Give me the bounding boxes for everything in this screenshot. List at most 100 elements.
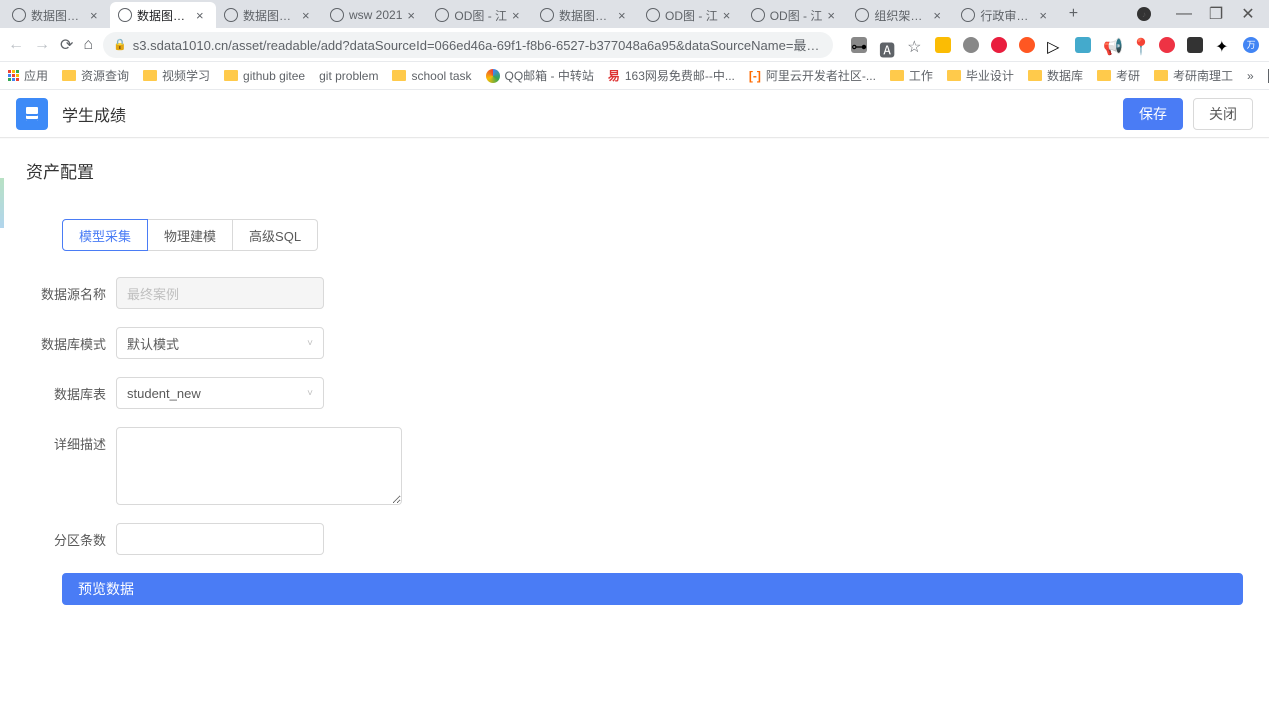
browser-tab[interactable]: OD图 - 江×: [427, 2, 532, 28]
address-bar[interactable]: 🔒 s3.sdata1010.cn/asset/readable/add?dat…: [103, 32, 833, 58]
ext-icon[interactable]: ⊶: [851, 37, 867, 53]
close-icon[interactable]: ×: [90, 8, 102, 23]
tab-strip: 数据图书馆× 数据图书馆× 数据图书馆× wsw 2021× OD图 - 江× …: [0, 0, 1269, 28]
datasource-label: 数据源名称: [26, 277, 116, 303]
tab-physical-model[interactable]: 物理建模: [148, 219, 233, 251]
new-tab-button[interactable]: +: [1059, 0, 1087, 28]
home-icon[interactable]: ⌂: [83, 36, 93, 54]
bookmark-item[interactable]: git problem: [319, 69, 378, 83]
url-text: s3.sdata1010.cn/asset/readable/add?dataS…: [133, 35, 823, 54]
bookmark-item[interactable]: QQ邮箱 - 中转站: [486, 67, 594, 84]
window-close-icon[interactable]: ✕: [1241, 7, 1255, 21]
close-icon[interactable]: ×: [827, 8, 839, 23]
browser-tab[interactable]: wsw 2021×: [322, 2, 427, 28]
row-schema: 数据库模式 默认模式 ˅: [26, 327, 1243, 359]
ext-icon[interactable]: [991, 37, 1007, 53]
star-icon[interactable]: ☆: [907, 37, 923, 53]
browser-tab[interactable]: 数据图书馆×: [4, 2, 110, 28]
bookmark-item[interactable]: [-]阿里云开发者社区-...: [749, 67, 876, 84]
browser-tab[interactable]: 行政审批图×: [953, 2, 1059, 28]
browser-tab[interactable]: 数据图书馆×: [216, 2, 322, 28]
browser-toolbar: ← → ⟳ ⌂ 🔒 s3.sdata1010.cn/asset/readable…: [0, 28, 1269, 62]
browser-tab[interactable]: OD图 - 江×: [638, 2, 743, 28]
profile-icon[interactable]: 万: [1243, 37, 1259, 53]
ext-icon[interactable]: [1075, 37, 1091, 53]
page-title: 学生成绩: [62, 102, 126, 126]
globe-icon: [855, 8, 869, 22]
extensions-icon[interactable]: ✦: [1215, 37, 1231, 53]
bookmark-item[interactable]: github gitee: [224, 69, 305, 83]
close-icon[interactable]: ×: [618, 8, 630, 23]
bookmark-item[interactable]: 易163网易免费邮--中...: [608, 67, 735, 84]
close-icon[interactable]: ×: [302, 8, 314, 23]
back-icon[interactable]: ←: [8, 36, 24, 54]
tab-model-collect[interactable]: 模型采集: [62, 219, 148, 251]
close-icon[interactable]: ×: [512, 8, 524, 23]
ext-icon[interactable]: [963, 37, 979, 53]
globe-icon: [646, 8, 660, 22]
side-handle[interactable]: [0, 178, 4, 228]
globe-icon: [224, 8, 238, 22]
ext-icon[interactable]: ▷: [1047, 37, 1063, 53]
config-tabs: 模型采集 物理建模 高级SQL: [62, 219, 1243, 251]
schema-label: 数据库模式: [26, 327, 116, 353]
chevron-down-icon: ˅: [307, 388, 313, 399]
close-button[interactable]: 关闭: [1193, 98, 1253, 130]
forward-icon[interactable]: →: [34, 36, 50, 54]
section-title: 资产配置: [26, 158, 1243, 183]
translate-icon[interactable]: 🅰: [879, 37, 895, 53]
bookmark-item[interactable]: 资源查询: [62, 67, 129, 84]
bookmark-item[interactable]: 毕业设计: [947, 67, 1014, 84]
row-datasource: 数据源名称 最终案例: [26, 277, 1243, 309]
desc-label: 详细描述: [26, 427, 116, 453]
browser-tab[interactable]: OD图 - 江×: [743, 2, 848, 28]
close-icon[interactable]: ×: [933, 8, 945, 23]
bookmark-item[interactable]: school task: [392, 69, 471, 83]
globe-icon: [751, 8, 765, 22]
desc-textarea[interactable]: [116, 427, 402, 505]
save-button[interactable]: 保存: [1123, 98, 1183, 130]
ext-icon[interactable]: [935, 37, 951, 53]
apps-bookmark[interactable]: 应用: [8, 67, 48, 84]
ext-icon[interactable]: 📍: [1131, 37, 1147, 53]
close-icon[interactable]: ×: [196, 8, 208, 23]
bookmark-item[interactable]: 视频学习: [143, 67, 210, 84]
partition-label: 分区条数: [26, 523, 116, 549]
table-select[interactable]: student_new ˅: [116, 377, 324, 409]
table-label: 数据库表: [26, 377, 116, 403]
bookmark-item[interactable]: 工作: [890, 67, 933, 84]
bookmark-item[interactable]: 数据库: [1028, 67, 1083, 84]
media-icon[interactable]: ♪: [1137, 7, 1151, 21]
close-icon[interactable]: ×: [1039, 8, 1051, 23]
ext-icon[interactable]: 📢: [1103, 37, 1119, 53]
preview-data-button[interactable]: 预览数据: [62, 573, 1243, 605]
bookmark-item[interactable]: 考研: [1097, 67, 1140, 84]
ext-icon[interactable]: [1019, 37, 1035, 53]
close-icon[interactable]: ×: [723, 8, 735, 23]
content-area: 资产配置 模型采集 物理建模 高级SQL 数据源名称 最终案例 数据库模式 默认…: [0, 138, 1269, 625]
browser-tab[interactable]: 组织架构 -×: [847, 2, 953, 28]
schema-select[interactable]: 默认模式 ˅: [116, 327, 324, 359]
tab-advanced-sql[interactable]: 高级SQL: [233, 219, 318, 251]
page-header: 学生成绩 保存 关闭: [0, 90, 1269, 138]
maximize-icon[interactable]: ❐: [1209, 7, 1223, 21]
globe-icon: [435, 8, 449, 22]
close-icon[interactable]: ×: [407, 8, 419, 23]
bookmark-item[interactable]: 考研南理工: [1154, 67, 1233, 84]
partition-input[interactable]: [116, 523, 324, 555]
browser-tab[interactable]: 数据图书馆×: [110, 2, 216, 28]
reload-icon[interactable]: ⟳: [60, 36, 73, 54]
extension-icons: ⊶ 🅰 ☆ ▷ 📢 📍 ✦ 万 ⋮: [851, 37, 1269, 53]
browser-chrome: 数据图书馆× 数据图书馆× 数据图书馆× wsw 2021× OD图 - 江× …: [0, 0, 1269, 90]
bookmarks-bar: 应用 资源查询 视频学习 github gitee git problem sc…: [0, 62, 1269, 90]
globe-icon: [330, 8, 344, 22]
window-controls: ♪ — ❐ ✕: [1137, 7, 1265, 21]
globe-icon: [12, 8, 26, 22]
ext-icon[interactable]: [1187, 37, 1203, 53]
browser-tab[interactable]: 数据图书馆×: [532, 2, 638, 28]
ext-icon[interactable]: [1159, 37, 1175, 53]
minimize-icon[interactable]: —: [1177, 7, 1191, 21]
bookmark-overflow[interactable]: »: [1247, 69, 1254, 83]
datasource-input: 最终案例: [116, 277, 324, 309]
row-table: 数据库表 student_new ˅: [26, 377, 1243, 409]
